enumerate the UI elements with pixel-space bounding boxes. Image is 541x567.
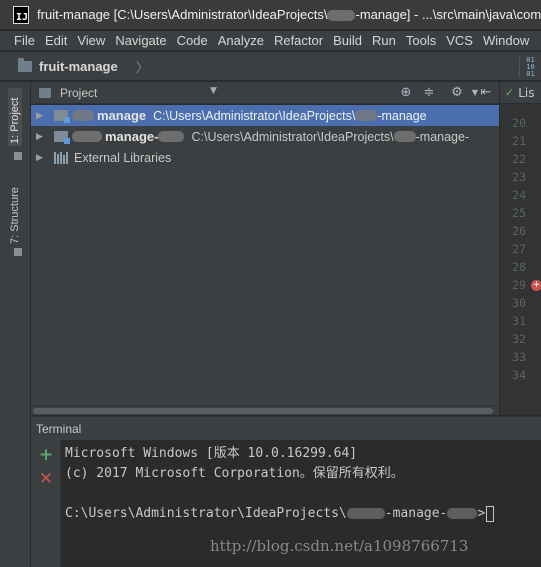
tree-item-name: External Libraries [74, 150, 172, 165]
terminal-cursor [486, 505, 495, 522]
project-view-icon [39, 87, 51, 98]
tree-item-path-tail: -manage- [415, 129, 470, 144]
menu-analyze[interactable]: Analyze [215, 33, 267, 48]
project-view-selector[interactable]: Project [60, 86, 97, 100]
tree-row-module-manage[interactable]: ▶ manage C:\Users\Administrator\IdeaProj… [31, 105, 499, 126]
redacted-blur [447, 508, 478, 519]
menu-window[interactable]: Window [480, 33, 532, 48]
window-title: fruit-manage [C:\Users\Administrator\Ide… [37, 7, 541, 22]
menu-file[interactable]: File [0, 33, 38, 48]
menu-view[interactable]: View [74, 33, 108, 48]
window-title-suffix: -manage] - ...\src\main\java\com [355, 7, 541, 22]
breadcrumb-project[interactable]: fruit-manage [39, 59, 118, 74]
scrollbar-thumb[interactable] [33, 408, 493, 414]
class-file-icon[interactable]: 01 10 01 [519, 55, 541, 78]
tree-item-path-tail: -manage [377, 108, 427, 123]
terminal-prompt-path: C:\Users\Administrator\IdeaProjects\ [65, 506, 347, 521]
tree-row-external-libraries[interactable]: ▶ External Libraries [31, 147, 499, 168]
line-number-gutter: 20 21 22 23 24 25 26 27 28 29 30 31 32 3… [500, 114, 526, 384]
tree-item-path: C:\Users\Administrator\IdeaProjects\ [191, 129, 394, 144]
menu-tools[interactable]: Tools [403, 33, 439, 48]
expand-arrow-icon[interactable]: ▶ [36, 132, 46, 142]
redacted-blur [355, 110, 378, 121]
line-number: 23 [512, 170, 526, 184]
terminal-prompt-end: > [477, 506, 486, 521]
redacted-blur [72, 131, 102, 142]
close-icon[interactable]: ✕ [38, 471, 54, 488]
module-icon [54, 110, 70, 123]
window-title-bar: IJ fruit-manage [C:\Users\Administrator\… [0, 0, 541, 30]
menu-edit[interactable]: Edit [42, 33, 70, 48]
breadcrumb-chevron-icon: 〉 [135, 60, 149, 76]
left-tool-stripe: 1: Project 7: Structure [0, 82, 31, 567]
line-number: 20 [512, 116, 526, 130]
line-number: 22 [512, 152, 526, 166]
redacted-blur [72, 110, 94, 121]
menu-navigate[interactable]: Navigate [112, 33, 169, 48]
line-number: 24 [512, 188, 526, 202]
structure-tool-icon [14, 248, 22, 256]
terminal-toolbar: + ✕ [31, 440, 61, 567]
breakpoint-icon[interactable]: + [531, 280, 541, 291]
redacted-blur [158, 131, 185, 142]
editor-area: ✓ Lis 20 21 22 23 24 25 26 27 28 29 30 31… [499, 82, 541, 415]
terminal-prompt-tail: -manage- [384, 506, 448, 521]
folder-icon [18, 57, 32, 72]
line-number: 26 [512, 224, 526, 238]
line-number: 32 [512, 332, 526, 346]
redacted-blur [346, 508, 385, 519]
collapse-icon[interactable]: ≑ [421, 85, 437, 101]
line-number: 27 [512, 242, 526, 256]
terminal-header: Terminal [31, 416, 541, 440]
line-number: 28 [512, 260, 526, 274]
project-tool-icon [14, 152, 22, 160]
navigation-bar: fruit-manage 〉 01 10 01 [0, 51, 541, 81]
tool-window-structure-tab[interactable]: 7: Structure [9, 174, 21, 244]
window-title-prefix: fruit-manage [C:\Users\Administrator\Ide… [37, 7, 328, 22]
menu-refactor[interactable]: Refactor [271, 33, 326, 48]
tree-item-path: C:\Users\Administrator\IdeaProjects\ [153, 108, 356, 123]
menu-vcs[interactable]: VCS [443, 33, 476, 48]
terminal-line: Microsoft Windows [版本 10.0.16299.64] [65, 446, 358, 461]
dropdown-caret-icon[interactable]: ▼ [210, 86, 217, 96]
terminal-prompt-line: C:\Users\Administrator\IdeaProjects\ -man… [65, 504, 541, 524]
expand-arrow-icon[interactable]: ▶ [36, 111, 46, 121]
menu-bar: File Edit View Navigate Code Analyze Ref… [0, 31, 541, 50]
line-number: 25 [512, 206, 526, 220]
csdn-watermark: http://blog.csdn.net/a1098766713 [210, 537, 469, 555]
gear-icon[interactable]: ⚙ [449, 85, 465, 101]
menu-build[interactable]: Build [330, 33, 365, 48]
line-number: 29 [512, 278, 526, 292]
terminal-title: Terminal [36, 421, 82, 436]
tool-window-project-tab[interactable]: 1: Project [8, 88, 22, 146]
line-number: 33 [512, 350, 526, 364]
line-number: 31 [512, 314, 526, 328]
project-tree: ▶ manage C:\Users\Administrator\IdeaProj… [31, 105, 499, 405]
inspection-ok-icon: ✓ [505, 86, 515, 99]
target-icon[interactable]: ⊕ [398, 85, 414, 101]
intellij-app-icon[interactable]: IJ [13, 5, 30, 24]
library-icon [54, 151, 68, 164]
project-horizontal-scrollbar[interactable] [31, 405, 499, 415]
menu-code[interactable]: Code [174, 33, 211, 48]
binary-glyph: 01 10 01 [526, 55, 535, 78]
module-icon [54, 131, 70, 144]
line-number: 34 [512, 368, 526, 382]
redacted-blur [393, 131, 416, 142]
line-number: 30 [512, 296, 526, 310]
editor-tab-label: Lis [518, 85, 535, 100]
redacted-blur [327, 10, 356, 22]
tree-item-name: manage [97, 108, 147, 123]
add-icon[interactable]: + [38, 447, 54, 464]
menu-run[interactable]: Run [369, 33, 399, 48]
expand-arrow-icon[interactable]: ▶ [36, 153, 46, 163]
line-number: 21 [512, 134, 526, 148]
tree-item-name: manage- [105, 129, 159, 144]
tree-row-module-manage-sub[interactable]: ▶ manage- C:\Users\Administrator\IdeaPro… [31, 126, 499, 147]
hide-icon[interactable]: ⇤ [478, 85, 494, 101]
project-panel-header: Project ▼ ⊕ ≑ ⚙ ▼ ⇤ [31, 82, 499, 104]
terminal-line: (c) 2017 Microsoft Corporation。保留所有权利。 [65, 466, 404, 481]
editor-tab[interactable]: ✓ Lis [500, 82, 541, 104]
